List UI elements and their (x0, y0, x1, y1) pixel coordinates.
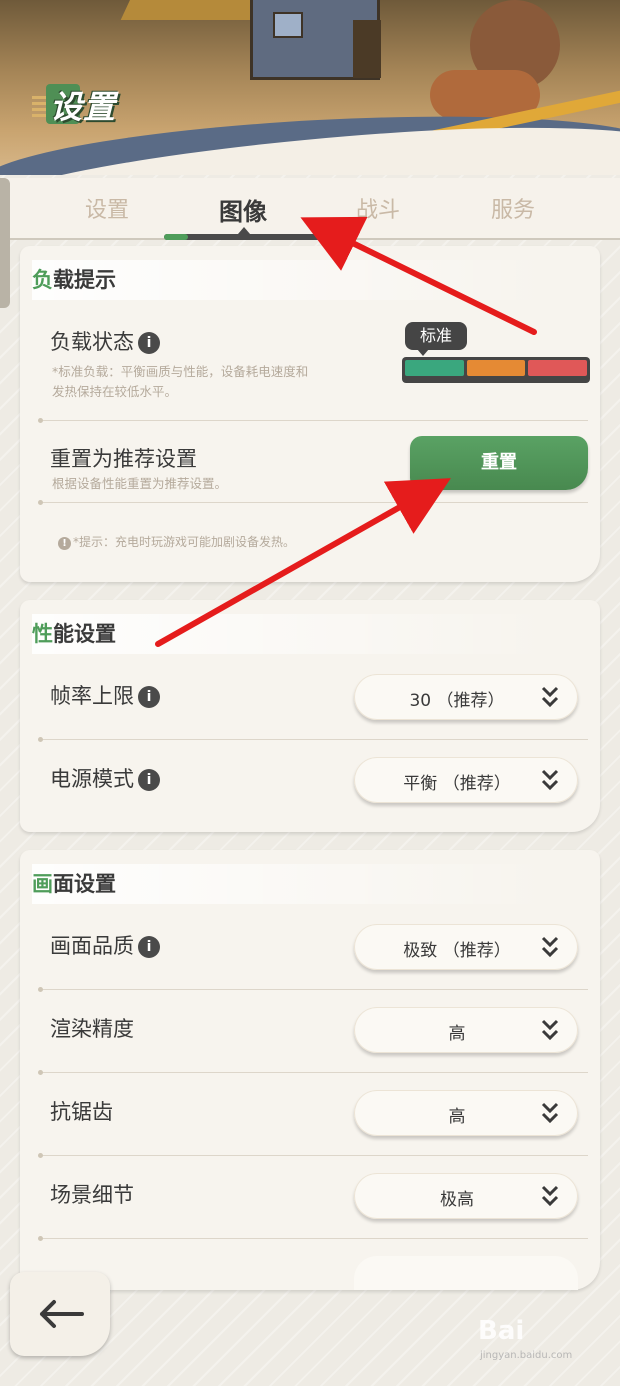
reset-button[interactable]: 重置 (410, 436, 588, 490)
frame-rate-select[interactable]: 30 （推荐） (354, 674, 578, 720)
divider (38, 737, 588, 742)
performance-section-title: 性能设置 (32, 614, 552, 654)
power-mode-select[interactable]: 平衡 （推荐） (354, 757, 578, 803)
reset-label: 重置为推荐设置 (50, 447, 197, 471)
scene-detail-select[interactable]: 极高 (354, 1173, 578, 1219)
tab-settings[interactable]: 设置 (52, 192, 162, 224)
frame-rate-label: 帧率上限 i (50, 680, 160, 710)
scene-detail-label: 场景细节 (50, 1183, 134, 1207)
tab-services[interactable]: 服务 (458, 192, 568, 224)
chevron-down-icon (541, 1019, 559, 1041)
anti-aliasing-select[interactable]: 高 (354, 1090, 578, 1136)
tab-combat[interactable]: 战斗 (323, 192, 433, 224)
info-icon[interactable]: i (138, 686, 160, 708)
load-meter (402, 357, 590, 383)
quality-label: 画面品质 i (50, 930, 160, 960)
load-status-desc: *标准负载：平衡画质与性能，设备耗电速度和 发热保持在较低水平。 (52, 364, 309, 399)
info-icon[interactable]: i (138, 332, 160, 354)
chevron-down-icon (541, 936, 559, 958)
divider (38, 418, 588, 423)
load-segment-low (405, 360, 464, 376)
charging-hint: ! *提示：充电时玩游戏可能加剧设备发热。 (58, 533, 295, 550)
tab-caret-icon (238, 227, 250, 234)
anti-aliasing-label: 抗锯齿 (50, 1100, 113, 1124)
divider (38, 1153, 588, 1158)
load-section-title: 负载提示 (32, 260, 552, 300)
page-title: 设置 (32, 82, 126, 128)
load-segment-high (528, 360, 588, 376)
side-scroll-handle[interactable] (0, 178, 10, 308)
quality-select[interactable]: 极致 （推荐） (354, 924, 578, 970)
chevron-down-icon (541, 686, 559, 708)
reset-desc: 根据设备性能重置为推荐设置。 (52, 476, 228, 491)
back-arrow-icon (40, 1300, 84, 1328)
chevron-down-icon (541, 1102, 559, 1124)
load-segment-mid (466, 360, 526, 376)
hint-info-icon: ! (58, 537, 71, 550)
info-icon[interactable]: i (138, 769, 160, 791)
divider (38, 500, 588, 505)
watermark: Bai jingyan.baidu.com (478, 1316, 573, 1361)
load-status-label: 负载状态 i (50, 326, 160, 356)
divider (38, 987, 588, 992)
next-setting-select-partial[interactable] (354, 1256, 578, 1290)
tab-graphics[interactable]: 图像 (188, 192, 298, 227)
divider (38, 1236, 588, 1241)
display-card (20, 850, 600, 1290)
power-mode-label: 电源模式 i (50, 763, 160, 793)
tab-bar: 设置 图像 战斗 服务 (0, 178, 620, 240)
render-precision-select[interactable]: 高 (354, 1007, 578, 1053)
divider (38, 1070, 588, 1075)
info-icon[interactable]: i (138, 936, 160, 958)
display-section-title: 画面设置 (32, 864, 552, 904)
back-button[interactable] (10, 1272, 110, 1356)
chevron-down-icon (541, 769, 559, 791)
render-precision-label: 渲染精度 (50, 1017, 134, 1041)
load-status-tag: 标准 (405, 322, 467, 356)
chevron-down-icon (541, 1185, 559, 1207)
active-tab-indicator (164, 234, 322, 240)
